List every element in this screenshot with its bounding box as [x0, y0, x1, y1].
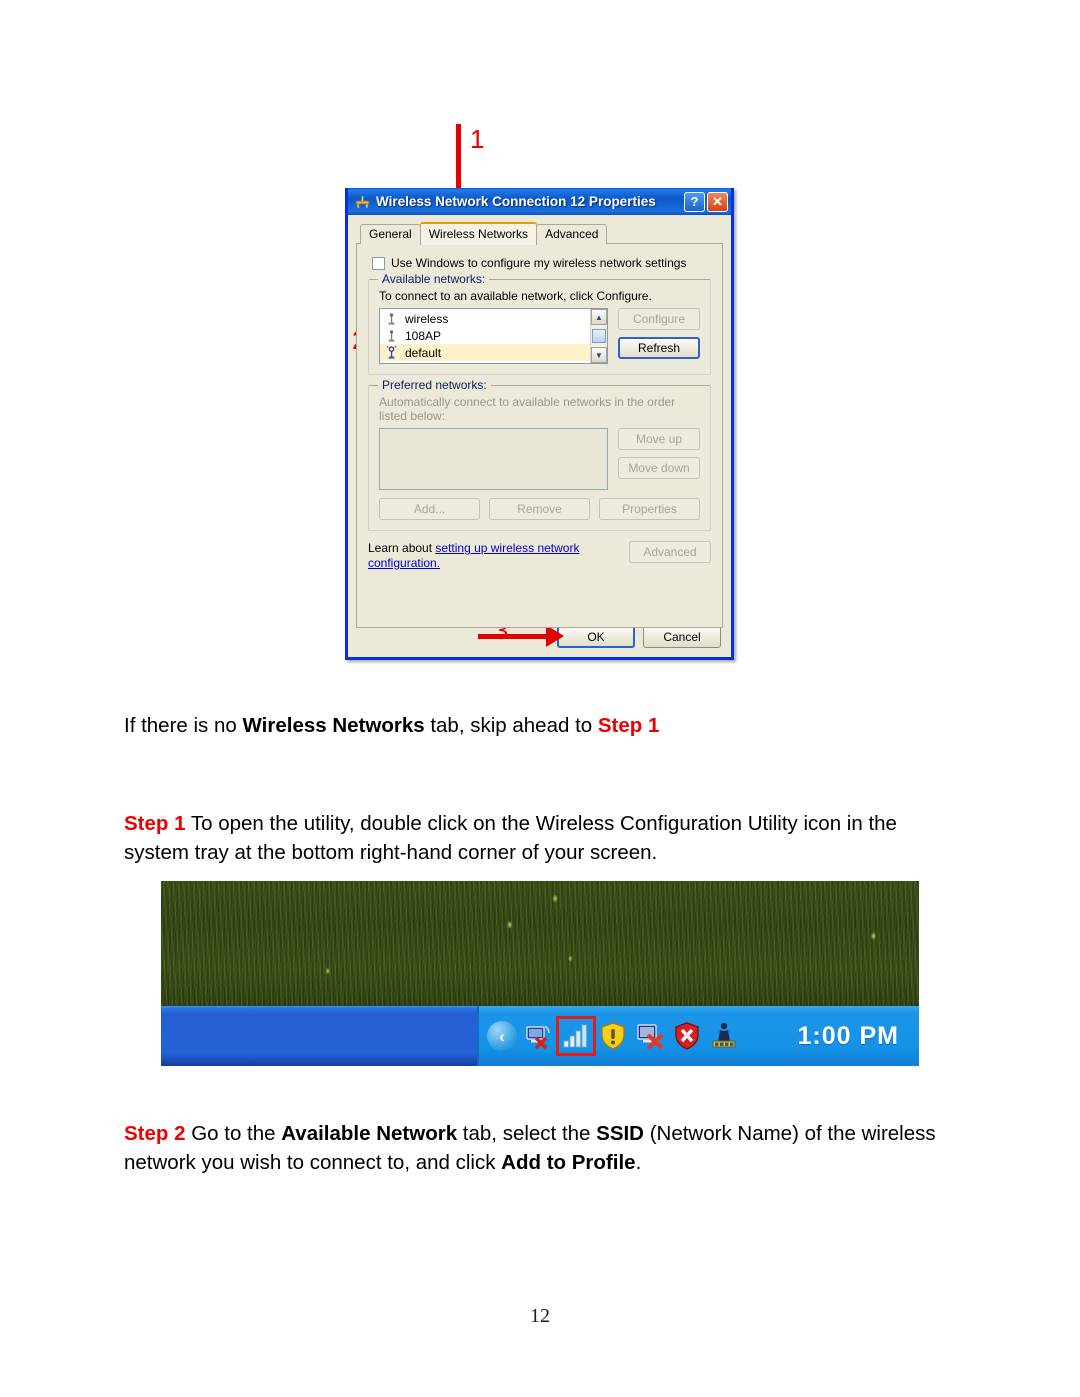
- tab-strip: General Wireless Networks Advanced: [356, 222, 723, 245]
- annotation-marker-1: 1: [470, 124, 485, 154]
- network-error-icon[interactable]: [635, 1021, 665, 1051]
- dialog-footer: OK Cancel: [557, 625, 721, 648]
- dialog-body: General Wireless Networks Advanced Use W…: [348, 215, 731, 657]
- step2-part2: tab, select the: [457, 1122, 597, 1145]
- tray-expand-chevron-icon[interactable]: ‹: [487, 1021, 517, 1051]
- dialog-titlebar: Wireless Network Connection 12 Propertie…: [348, 188, 731, 215]
- printer-device-icon[interactable]: [709, 1021, 739, 1051]
- annotation-arrow-3-head: [546, 625, 564, 647]
- available-networks-listbox[interactable]: wireless 108AP default ▲ ▼: [379, 308, 608, 364]
- network-adapter-icon: [354, 194, 371, 210]
- list-item[interactable]: 108AP: [380, 327, 590, 344]
- step2-label: Step 2: [124, 1122, 186, 1145]
- advanced-button[interactable]: Advanced: [629, 541, 711, 563]
- step1-paragraph: Step 1 To open the utility, double click…: [124, 809, 954, 867]
- step2-bold-add-to-profile: Add to Profile: [501, 1151, 636, 1174]
- step2-part4: .: [635, 1151, 642, 1174]
- available-networks-description: To connect to an available network, clic…: [379, 289, 652, 303]
- list-item-label: default: [405, 345, 442, 360]
- available-networks-group: Available networks: To connect to an ava…: [368, 272, 711, 375]
- preferred-networks-listbox[interactable]: [379, 428, 608, 490]
- help-button[interactable]: ?: [684, 191, 705, 212]
- available-networks-group-title: Available networks:: [378, 272, 490, 286]
- note-paragraph: If there is no Wireless Networks tab, sk…: [124, 711, 954, 740]
- tab-wireless-networks[interactable]: Wireless Networks: [419, 222, 538, 245]
- taskbar-clock[interactable]: 1:00 PM: [798, 1022, 913, 1051]
- cancel-button[interactable]: Cancel: [643, 625, 721, 648]
- notification-tray: ‹ 1:00 PM: [477, 1006, 919, 1066]
- list-item[interactable]: default: [380, 344, 590, 361]
- wireless-tower-icon: [385, 312, 398, 326]
- properties-button[interactable]: Properties: [599, 498, 700, 520]
- step1-body: To open the utility, double click on the…: [124, 812, 897, 864]
- learn-more-row: Learn about setting up wireless network …: [368, 541, 711, 571]
- step2-paragraph: Step 2 Go to the Available Network tab, …: [124, 1119, 954, 1177]
- tab-page-wireless-networks: Use Windows to configure my wireless net…: [356, 243, 723, 628]
- wireless-tower-active-icon: [385, 345, 398, 360]
- system-tray-screenshot: ‹ 1:00 PM: [161, 881, 919, 1066]
- move-up-button[interactable]: Move up: [618, 428, 700, 450]
- preferred-networks-group-title: Preferred networks:: [378, 378, 491, 392]
- note-part2: tab, skip ahead to: [424, 714, 598, 737]
- tab-advanced[interactable]: Advanced: [536, 224, 608, 244]
- step2-part1: Go to the: [185, 1122, 282, 1145]
- note-bold-wireless-networks: Wireless Networks: [242, 714, 425, 737]
- scroll-down-icon[interactable]: ▼: [591, 347, 607, 363]
- preferred-networks-description: Automatically connect to available netwo…: [379, 395, 676, 423]
- add-button[interactable]: Add...: [379, 498, 480, 520]
- list-item-label: wireless: [405, 311, 449, 326]
- tab-general[interactable]: General: [360, 224, 421, 244]
- page-number: 12: [530, 1305, 550, 1327]
- scroll-up-icon[interactable]: ▲: [591, 309, 607, 325]
- list-item-label: 108AP: [405, 328, 442, 343]
- desktop-wallpaper: [161, 881, 919, 1006]
- move-down-button[interactable]: Move down: [618, 457, 700, 479]
- list-item[interactable]: wireless: [380, 310, 590, 327]
- use-windows-checkbox[interactable]: [372, 256, 385, 270]
- configure-button[interactable]: Configure: [618, 308, 700, 330]
- step2-bold-available-network: Available Network: [281, 1122, 458, 1145]
- note-part1: If there is no: [124, 714, 243, 737]
- refresh-button[interactable]: Refresh: [618, 337, 700, 359]
- network-disconnected-icon[interactable]: [524, 1021, 554, 1051]
- listbox-scrollbar[interactable]: ▲ ▼: [590, 309, 607, 363]
- taskbar-main-area: [161, 1006, 477, 1066]
- scrollbar-thumb[interactable]: [592, 329, 606, 343]
- remove-button[interactable]: Remove: [489, 498, 590, 520]
- wireless-tower-icon: [385, 329, 398, 343]
- preferred-networks-group: Preferred networks: Automatically connec…: [368, 378, 711, 531]
- step2-bold-ssid: SSID: [596, 1122, 644, 1145]
- warning-shield-icon[interactable]: [598, 1021, 628, 1051]
- note-step-reference: Step 1: [597, 714, 660, 737]
- learn-more-prefix: Learn about: [368, 541, 436, 555]
- close-icon[interactable]: ✕: [707, 191, 728, 212]
- learn-more-text: Learn about setting up wireless network …: [368, 541, 598, 571]
- wireless-signal-bars-icon[interactable]: [556, 1016, 596, 1056]
- step1-label: Step 1: [124, 812, 186, 835]
- use-windows-checkbox-label: Use Windows to configure my wireless net…: [391, 256, 687, 270]
- dialog-title: Wireless Network Connection 12 Propertie…: [376, 194, 656, 209]
- use-windows-checkbox-row[interactable]: Use Windows to configure my wireless net…: [372, 256, 711, 270]
- annotation-arrow-3-shaft: [478, 634, 548, 639]
- security-alert-shield-icon[interactable]: [672, 1021, 702, 1051]
- windows-taskbar: ‹ 1:00 PM: [161, 1006, 919, 1066]
- ok-button[interactable]: OK: [557, 625, 635, 648]
- wireless-network-properties-dialog: Wireless Network Connection 12 Propertie…: [345, 188, 734, 660]
